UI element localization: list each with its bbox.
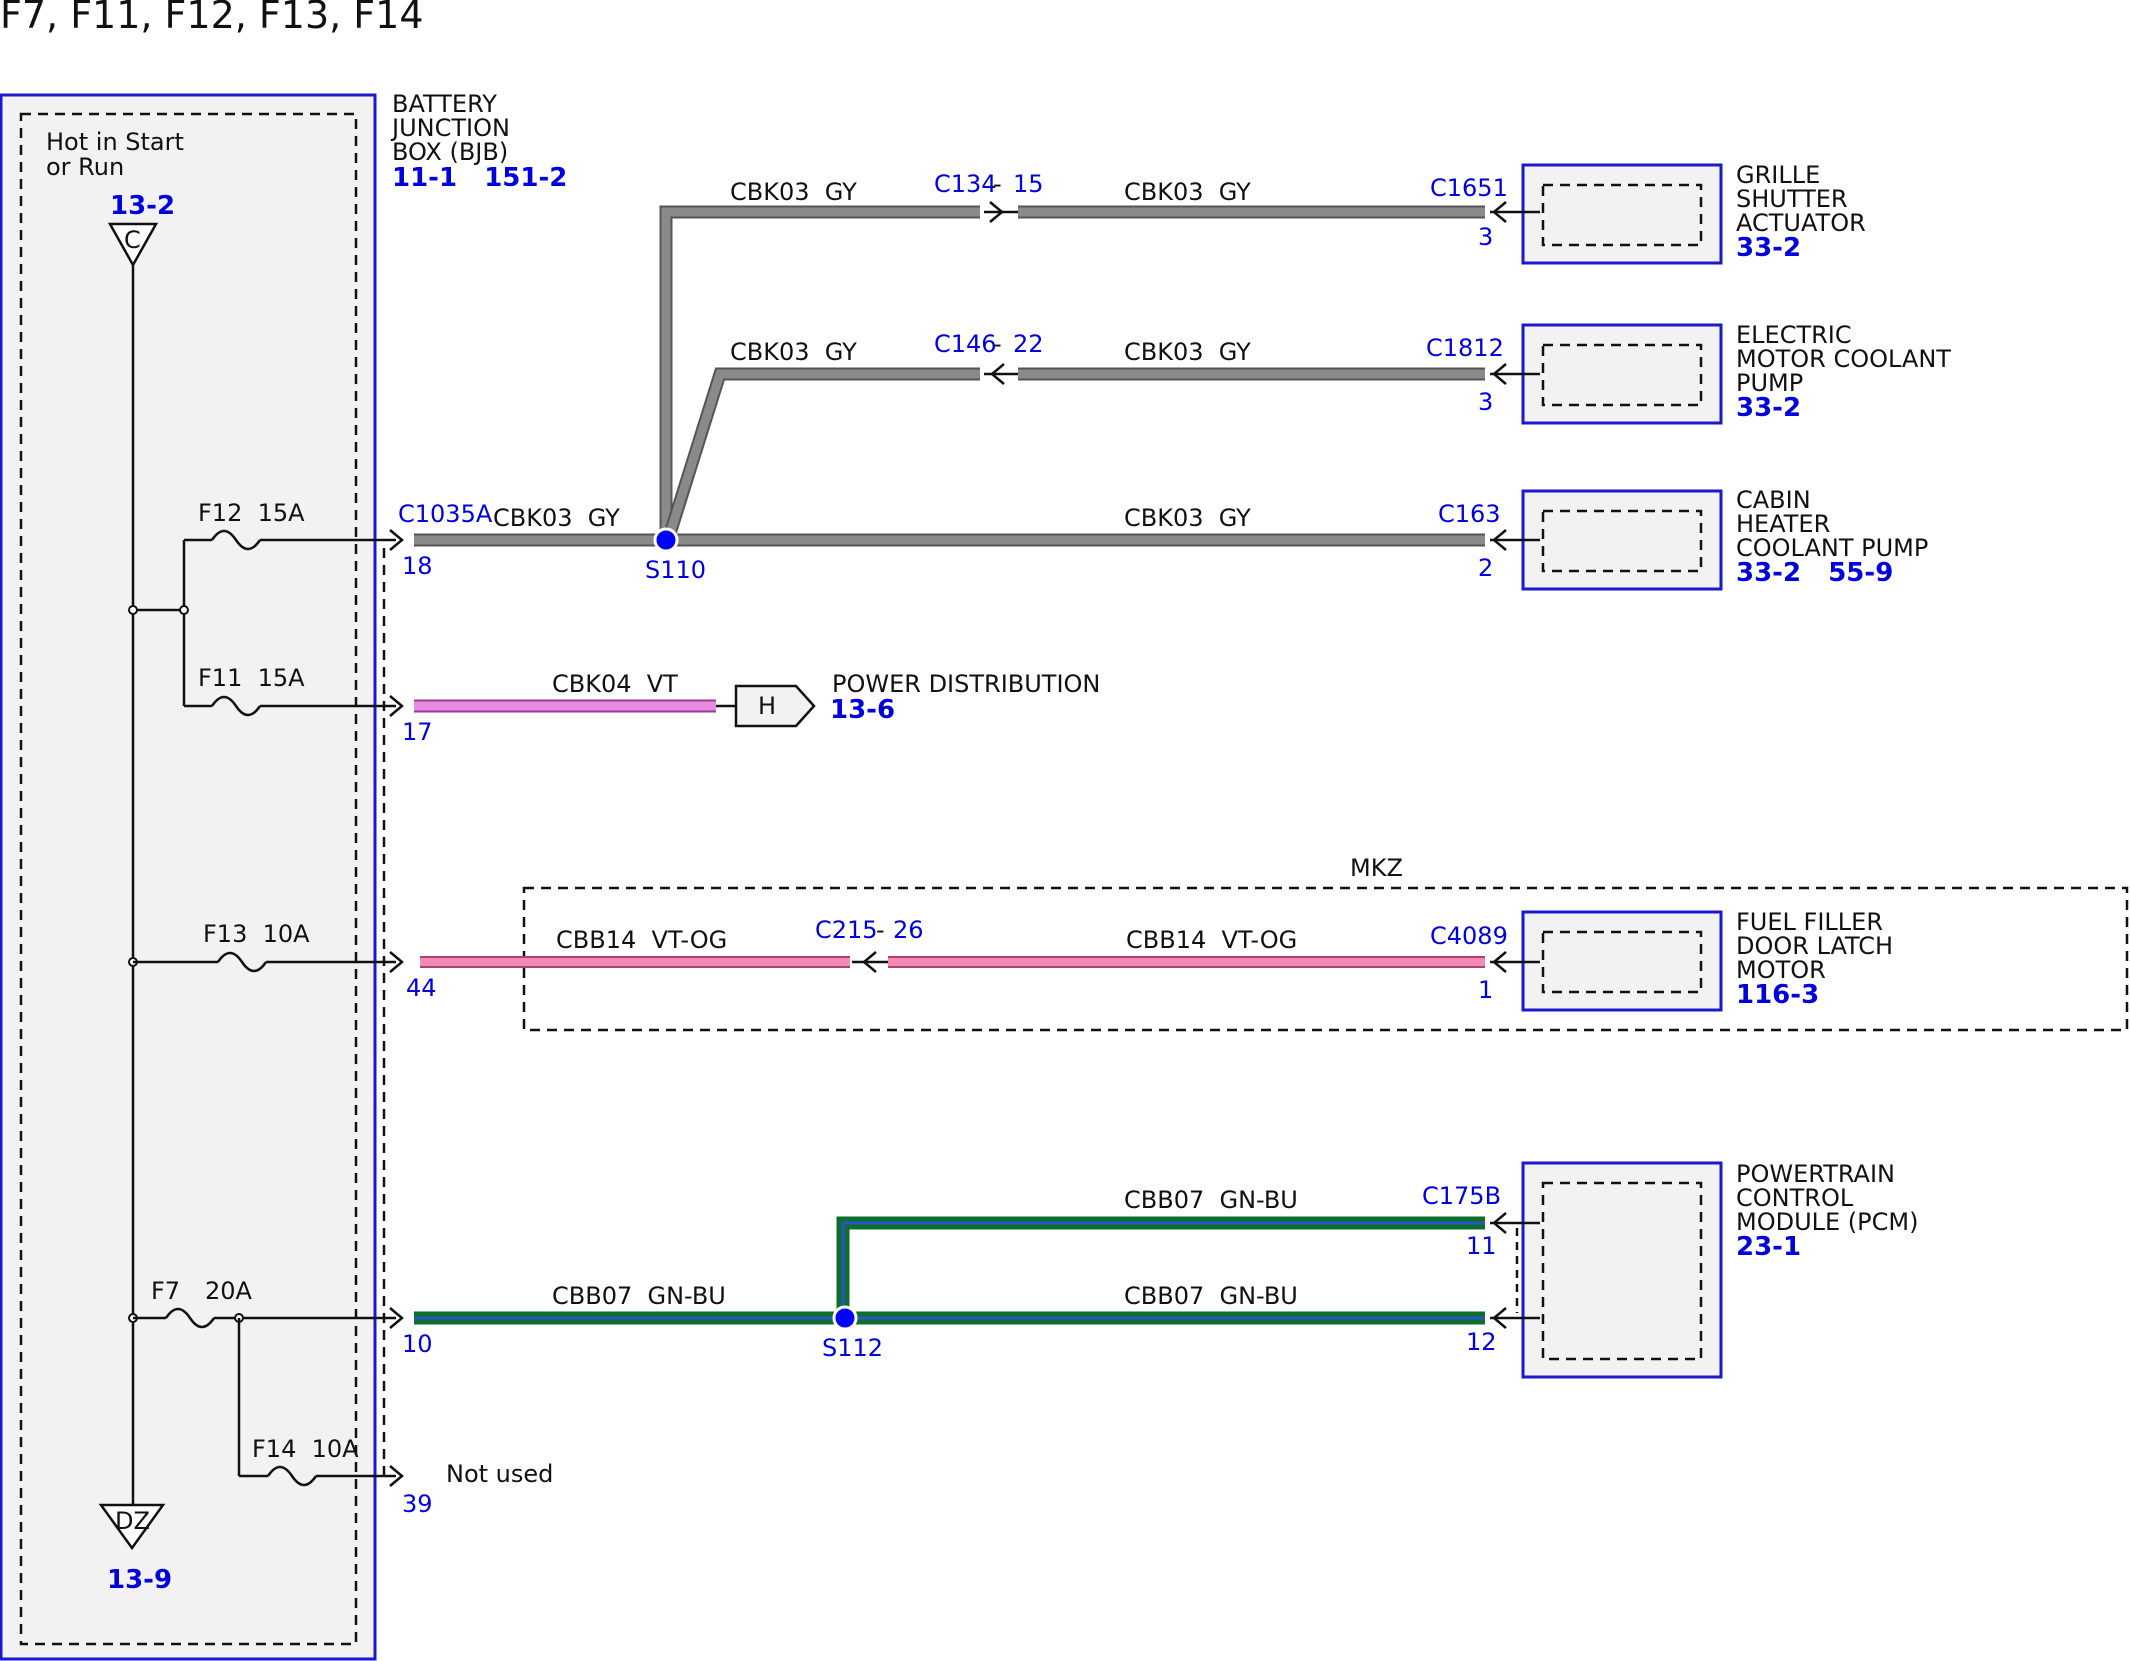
- electric-motor-coolant-pump: [1521, 323, 1723, 425]
- power-distribution-ref[interactable]: 13-6: [830, 695, 895, 725]
- c1651-pin: 3: [1478, 223, 1493, 251]
- wire-label-cbk03-grille-right: CBK03 GY: [1124, 178, 1251, 206]
- pin-10: 10: [402, 1330, 433, 1358]
- splice-s110: [653, 527, 679, 553]
- grille-page-ref[interactable]: 33-2: [1736, 233, 1801, 263]
- c1035a-name: C1035A: [398, 500, 493, 528]
- wire-label-cbk04: CBK04 VT: [552, 670, 678, 698]
- bjb-name-line-3: BOX (BJB): [392, 138, 508, 166]
- c1812-pin: 3: [1478, 388, 1493, 416]
- wire-cbk03-gray: [414, 205, 1485, 547]
- wire-label-cbk03-emcp-right: CBK03 GY: [1124, 338, 1251, 366]
- bottom-page-ref[interactable]: 13-9: [107, 1565, 172, 1595]
- c215-pin: 26: [893, 916, 924, 944]
- fuel-page-ref[interactable]: 116-3: [1736, 980, 1819, 1010]
- c134-name: C134: [934, 170, 997, 198]
- wire-label-cbb14-left: CBB14 VT-OG: [556, 926, 727, 954]
- wire-label-cbk03-grille-left: CBK03 GY: [730, 178, 857, 206]
- pin-18: 18: [402, 552, 433, 580]
- wire-label-cbk03-main-left: CBK03 GY: [493, 504, 620, 532]
- splice-s110-label: S110: [645, 556, 706, 584]
- fuse-f12-label: F12 15A: [198, 499, 305, 527]
- c1651-name: C1651: [1430, 174, 1508, 202]
- fuse-f7-name: F7: [151, 1277, 180, 1305]
- wire-label-cbk03-main-right: CBK03 GY: [1124, 504, 1251, 532]
- power-distribution-label: POWER DISTRIBUTION: [832, 670, 1100, 698]
- fuse-f7-rating: 20A: [205, 1277, 253, 1305]
- cabin-page-refs[interactable]: 33-2 55-9: [1736, 558, 1893, 588]
- c146-name: C146: [934, 330, 997, 358]
- wire-label-cbb07-left: CBB07 GN-BU: [552, 1282, 726, 1310]
- c175b-pin-12: 12: [1466, 1328, 1497, 1356]
- pin-17: 17: [402, 718, 433, 746]
- c215-dash: -: [876, 916, 885, 944]
- c215-name: C215: [815, 916, 878, 944]
- wire-label-cbb07-right: CBB07 GN-BU: [1124, 1282, 1298, 1310]
- bus-node: [179, 605, 189, 615]
- emcp-page-ref[interactable]: 33-2: [1736, 393, 1801, 423]
- pcm-page-ref[interactable]: 23-1: [1736, 1232, 1801, 1262]
- mkz-label: MKZ: [1350, 854, 1403, 882]
- c1812-name: C1812: [1426, 334, 1504, 362]
- c4089-pin: 1: [1478, 976, 1493, 1004]
- splice-s112: [832, 1305, 858, 1331]
- pin-44: 44: [406, 974, 437, 1002]
- fuse-f14-label: F14 10A: [252, 1435, 359, 1463]
- power-distribution-tag-letter: H: [758, 692, 776, 720]
- hot-label-line-1: Hot in Start: [46, 128, 184, 156]
- pin-39: 39: [402, 1490, 433, 1518]
- c4089-name: C4089: [1430, 922, 1508, 950]
- bus-node: [128, 605, 138, 615]
- top-page-ref[interactable]: 13-2: [110, 191, 175, 221]
- wire-label-cbk03-emcp-left: CBK03 GY: [730, 338, 857, 366]
- c163-name: C163: [1438, 500, 1501, 528]
- c175b-name: C175B: [1422, 1182, 1501, 1210]
- powertrain-control-module: [1521, 1161, 1723, 1379]
- c146-dash: -: [993, 330, 1002, 358]
- bjb-pin-arrows: [389, 529, 404, 1487]
- wiring-diagram: F7, F11, F12, F13, F14 BATTERY JUNCTION …: [0, 0, 2129, 1661]
- wire-label-cbb14-right: CBB14 VT-OG: [1126, 926, 1297, 954]
- c146-pin: 22: [1013, 330, 1044, 358]
- fuse-f13-label: F13 10A: [203, 920, 310, 948]
- wire-label-cbb07-upper: CBB07 GN-BU: [1124, 1186, 1298, 1214]
- c134-pin: 15: [1013, 170, 1044, 198]
- not-used-label: Not used: [446, 1460, 553, 1488]
- c175b-pin-11: 11: [1466, 1232, 1497, 1260]
- grille-shutter-actuator: [1521, 163, 1723, 265]
- page-title: F7, F11, F12, F13, F14: [0, 0, 424, 37]
- bottom-tag-letters: DZ: [115, 1507, 150, 1535]
- bjb-page-refs[interactable]: 11-1 151-2: [392, 163, 567, 193]
- bjb-outline: [0, 93, 377, 1661]
- battery-junction-box: [0, 93, 377, 1661]
- top-tag-letter: C: [124, 226, 141, 254]
- fuse-f11-label: F11 15A: [198, 664, 305, 692]
- c163-pin: 2: [1478, 554, 1493, 582]
- hot-label-line-2: or Run: [46, 153, 124, 181]
- c134-dash: -: [993, 170, 1002, 198]
- fuel-filler-door-latch-motor: [1521, 910, 1723, 1012]
- splice-s112-label: S112: [822, 1334, 883, 1362]
- cabin-heater-coolant-pump: [1521, 489, 1723, 591]
